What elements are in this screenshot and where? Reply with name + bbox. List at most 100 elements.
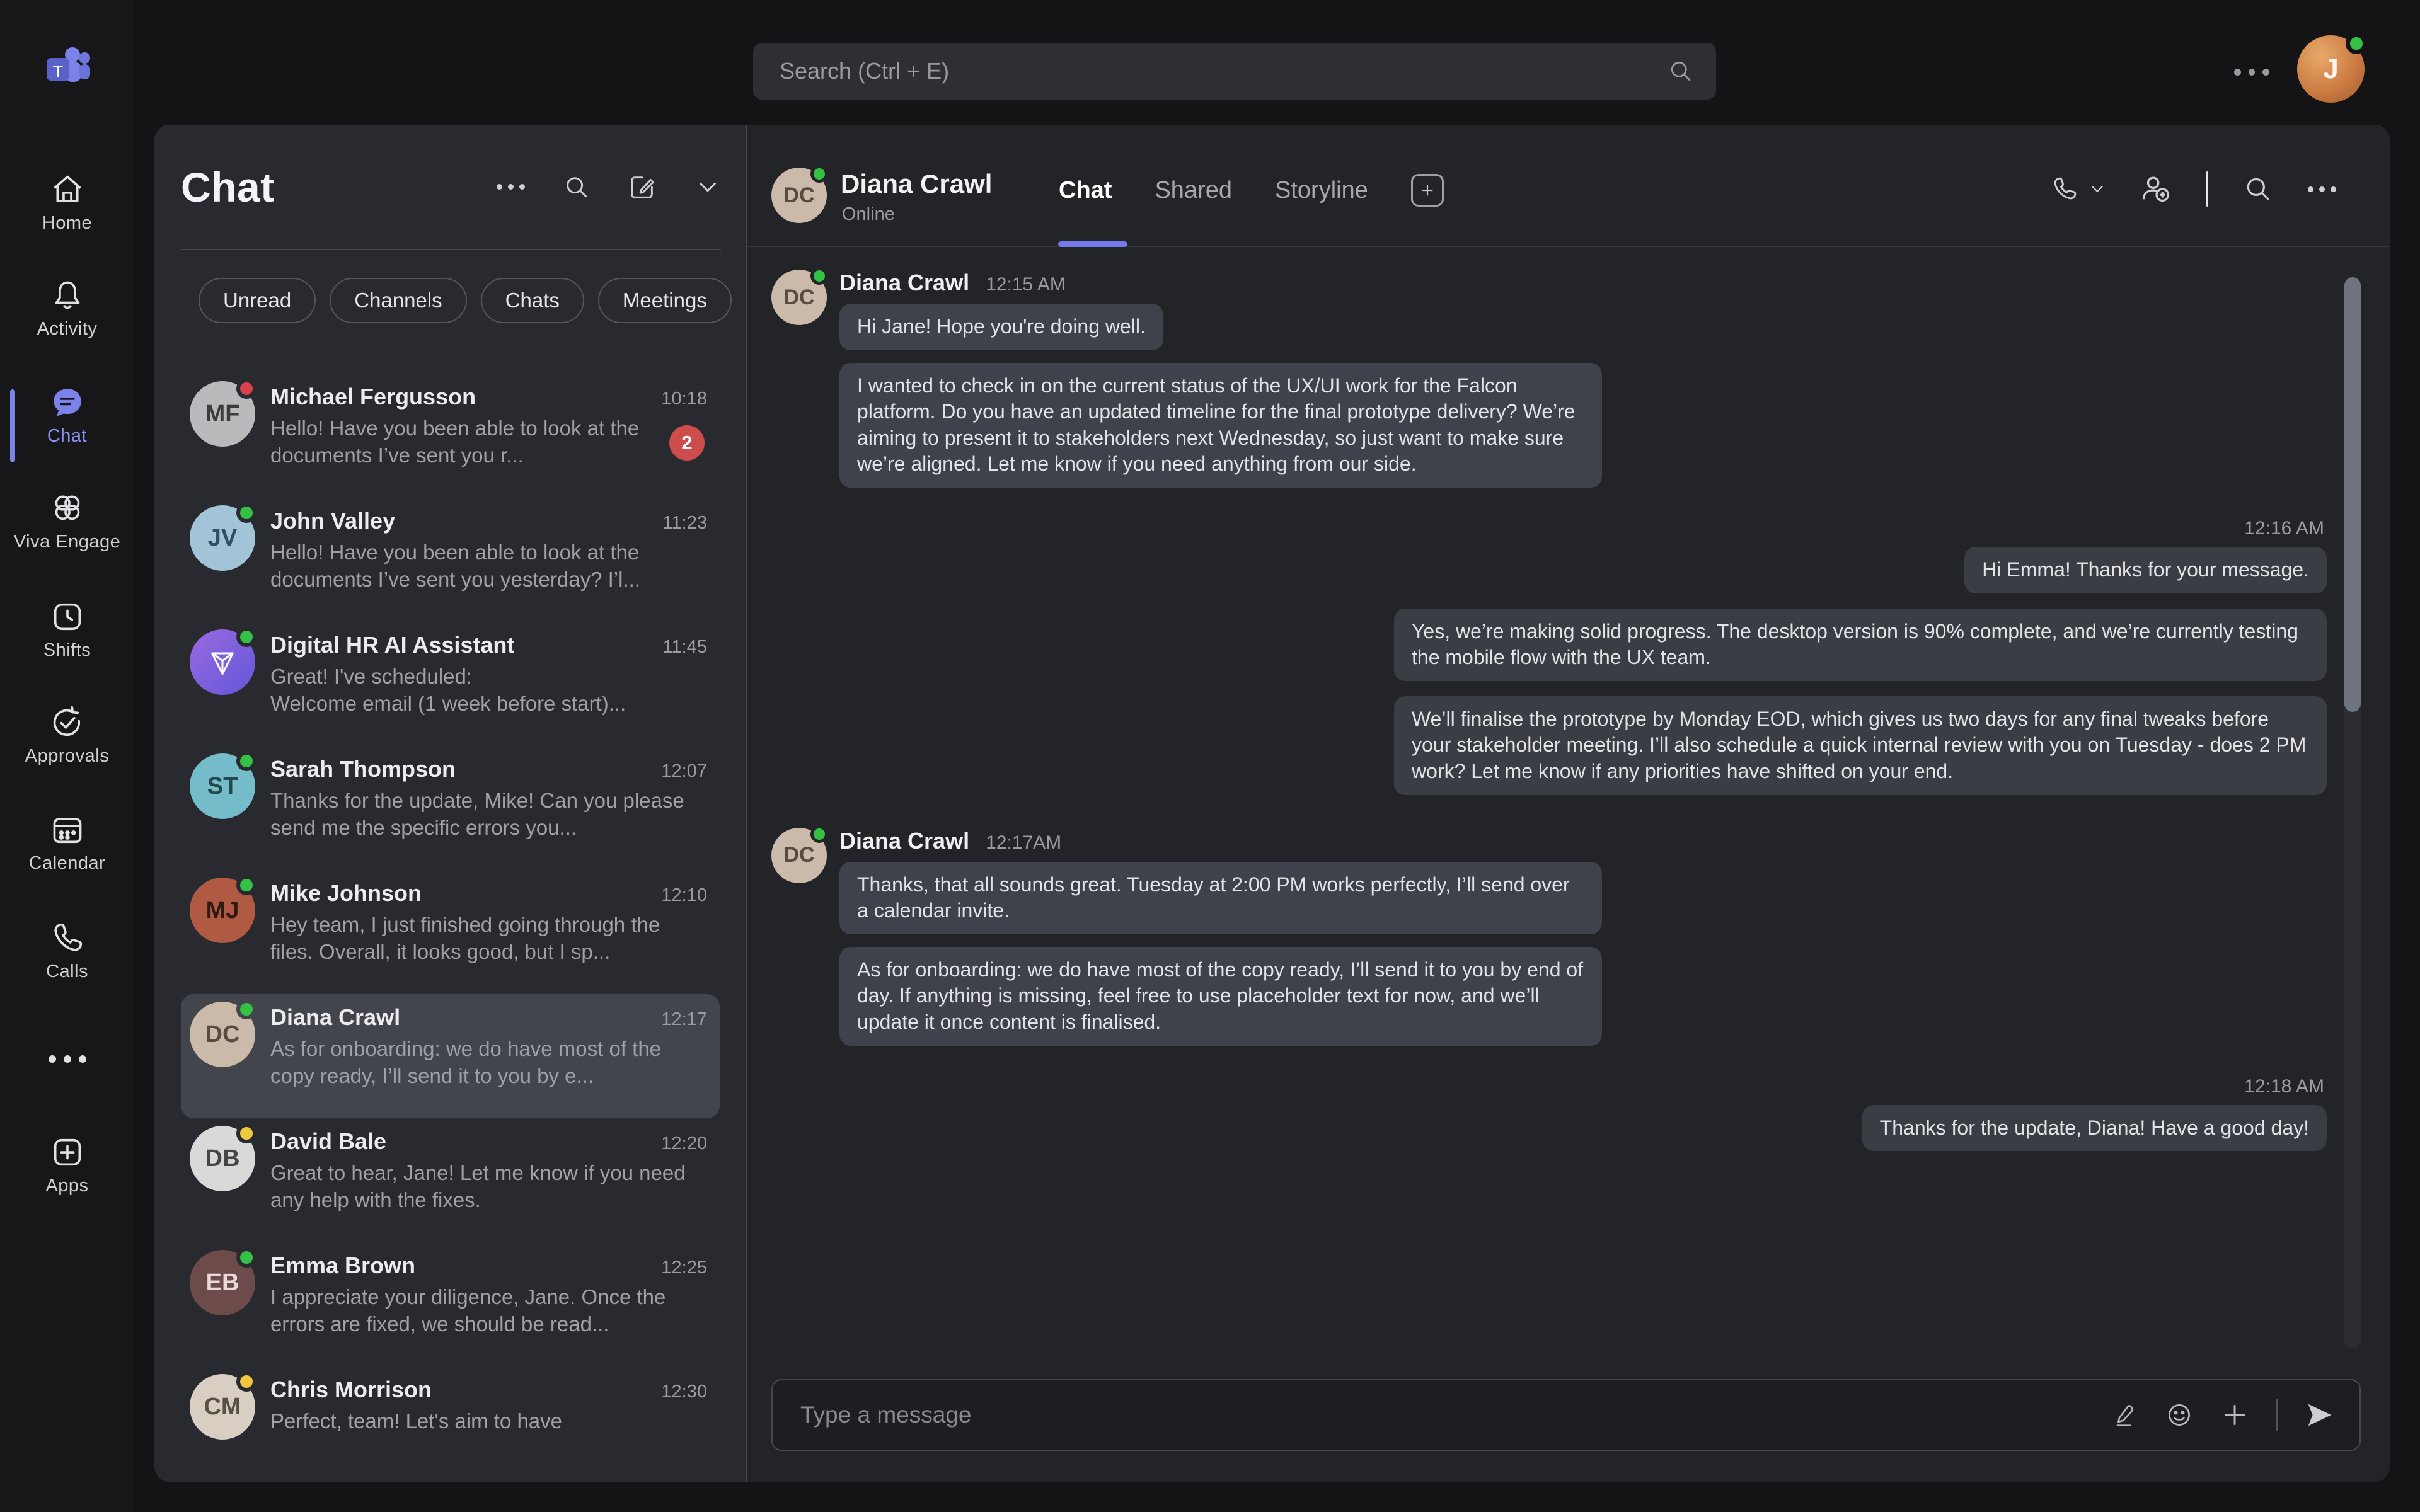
attach-plus-icon[interactable] (2221, 1401, 2249, 1429)
chat-name: Michael Fergusson (270, 384, 652, 410)
presence-dot (236, 1123, 256, 1143)
message-time: 12:18 AM (2244, 1076, 2324, 1097)
filter-meetings[interactable]: Meetings (598, 278, 732, 323)
chat-name: Sarah Thompson (270, 756, 652, 782)
teams-app-window: T Home Activity Chat Viva Engage Shifts … (0, 0, 2420, 1512)
conversation-presence: Online (842, 204, 895, 225)
home-icon (49, 171, 86, 208)
filter-chats[interactable]: Chats (481, 278, 584, 323)
message-bubble: I wanted to check in on the current stat… (839, 363, 1602, 488)
presence-dot (810, 165, 828, 183)
conversation-header: DC Diana Crawl Online Chat Shared Storyl… (747, 125, 2390, 247)
add-people-button[interactable] (2140, 173, 2172, 205)
tab-chat[interactable]: Chat (1059, 177, 1112, 204)
avatar: DC (771, 270, 827, 325)
chat-list-header: Chat (154, 125, 746, 249)
rail-item-label: Calls (0, 961, 134, 982)
chat-list-more-button[interactable] (497, 173, 526, 202)
send-button[interactable] (2305, 1400, 2334, 1429)
svg-text:T: T (53, 62, 63, 81)
rail-item-shifts[interactable]: Shifts (0, 598, 134, 661)
rail-item-home[interactable]: Home (0, 171, 134, 234)
message-time: 12:17AM (986, 832, 1061, 854)
message-bubble: Thanks for the update, Diana! Have a goo… (1862, 1105, 2327, 1152)
chat-time: 11:23 (663, 513, 707, 534)
avatar: JV (190, 505, 255, 571)
chat-time: 12:20 (661, 1133, 707, 1154)
chat-list-search-button[interactable] (562, 173, 591, 202)
chevron-down-icon[interactable] (693, 173, 722, 202)
chat-list-item-diana-crawl[interactable]: DC Diana Crawl12:17 As for onboarding: w… (181, 994, 720, 1118)
message-bubble: Hi Emma! Thanks for your message. (1964, 547, 2327, 593)
profile-initials: J (2323, 54, 2338, 85)
message-time: 12:15 AM (986, 274, 1066, 295)
conversation-search-button[interactable] (2242, 173, 2274, 205)
conversation-tabs: Chat Shared Storyline (1059, 174, 1444, 207)
message-composer (771, 1379, 2361, 1451)
message-input[interactable] (773, 1402, 2111, 1428)
chat-time: 12:30 (661, 1382, 707, 1402)
chat-list-item-michael-fergusson[interactable]: MF Michael Fergusson10:18 Hello! Have yo… (181, 374, 720, 498)
presence-dot (236, 1372, 256, 1392)
emoji-icon[interactable] (2165, 1401, 2193, 1429)
message-group-outgoing: 12:16 AM Hi Emma! Thanks for your messag… (771, 518, 2327, 810)
chat-time: 12:25 (661, 1257, 707, 1278)
chat-list: MF Michael Fergusson10:18 Hello! Have yo… (154, 374, 746, 1482)
chat-icon (49, 384, 86, 421)
conversation-avatar[interactable]: DC (771, 168, 827, 223)
conversation-more-button[interactable] (2308, 175, 2337, 203)
format-pen-icon[interactable] (2111, 1402, 2138, 1428)
message-bubble: As for onboarding: we do have most of th… (839, 947, 1602, 1046)
chat-list-pane: Chat Unread Channels Chats Meetings MF (154, 125, 746, 1482)
chat-list-item-john-valley[interactable]: JV John Valley11:23 Hello! Have you been… (181, 498, 720, 622)
message-group-incoming: DC Diana Crawl 12:15 AM Hi Jane! Hope yo… (771, 270, 2327, 500)
rail-item-label: Home (0, 213, 134, 234)
add-tab-button[interactable] (1411, 174, 1444, 207)
rail-item-chat[interactable]: Chat (0, 384, 134, 447)
filter-unread[interactable]: Unread (199, 278, 316, 323)
rail-item-viva-engage[interactable]: Viva Engage (0, 490, 134, 553)
message-list: DC Diana Crawl 12:15 AM Hi Jane! Hope yo… (747, 248, 2333, 1293)
filter-channels[interactable]: Channels (330, 278, 466, 323)
chat-list-item-chris-morrison[interactable]: CM Chris Morrison12:30 Perfect, team! Le… (181, 1366, 720, 1482)
rail-more-button[interactable] (0, 1041, 134, 1077)
conversation-name: Diana Crawl (841, 169, 992, 199)
sender-name: Diana Crawl (839, 828, 969, 854)
title-bar: J (134, 0, 2420, 123)
message-bubble: Hi Jane! Hope you're doing well. (839, 304, 1163, 350)
settings-more-button[interactable] (2234, 54, 2269, 89)
rail-item-approvals[interactable]: Approvals (0, 704, 134, 767)
chat-name: Chris Morrison (270, 1377, 652, 1403)
message-bubble: We’ll finalise the prototype by Monday E… (1394, 696, 2327, 795)
avatar: EB (190, 1250, 255, 1315)
chat-list-item-emma-brown[interactable]: EB Emma Brown12:25 I appreciate your dil… (181, 1242, 720, 1366)
bot-logo-icon (205, 644, 240, 680)
chat-preview: Hello! Have you been able to look at the… (270, 415, 707, 469)
phone-icon (49, 920, 86, 956)
presence-badge (2346, 33, 2367, 54)
call-button[interactable] (2050, 175, 2106, 203)
avatar: MF (190, 381, 255, 447)
profile-avatar[interactable]: J (2297, 35, 2365, 103)
rail-item-apps[interactable]: Apps (0, 1134, 134, 1196)
chat-preview: Perfect, team! Let's aim to have (270, 1408, 707, 1435)
tab-storyline[interactable]: Storyline (1275, 177, 1368, 204)
rail-item-activity[interactable]: Activity (0, 277, 134, 340)
chat-list-item-digital-hr-ai-assistant[interactable]: Digital HR AI Assistant11:45 Great! I've… (181, 622, 720, 746)
message-group-incoming: DC Diana Crawl 12:17AM Thanks, that all … (771, 828, 2327, 1058)
scrollbar-thumb[interactable] (2344, 277, 2361, 712)
chat-filters: Unread Channels Chats Meetings (199, 278, 746, 323)
chat-list-item-david-bale[interactable]: DB David Bale12:20 Great to hear, Jane! … (181, 1118, 720, 1242)
phone-icon (2050, 175, 2079, 203)
new-chat-compose-button[interactable] (628, 173, 657, 202)
chat-list-item-sarah-thompson[interactable]: ST Sarah Thompson12:07 Thanks for the up… (181, 746, 720, 870)
chat-list-item-mike-johnson[interactable]: MJ Mike Johnson12:10 Hey team, I just fi… (181, 870, 720, 994)
search-input[interactable] (753, 58, 1667, 84)
chat-time: 12:10 (661, 885, 707, 906)
avatar: DB (190, 1126, 255, 1191)
rail-item-calls[interactable]: Calls (0, 920, 134, 982)
tab-shared[interactable]: Shared (1155, 177, 1232, 204)
message-time: 12:16 AM (2244, 518, 2324, 539)
rail-item-calendar[interactable]: Calendar (0, 811, 134, 874)
rail-item-label: Viva Engage (0, 532, 134, 553)
